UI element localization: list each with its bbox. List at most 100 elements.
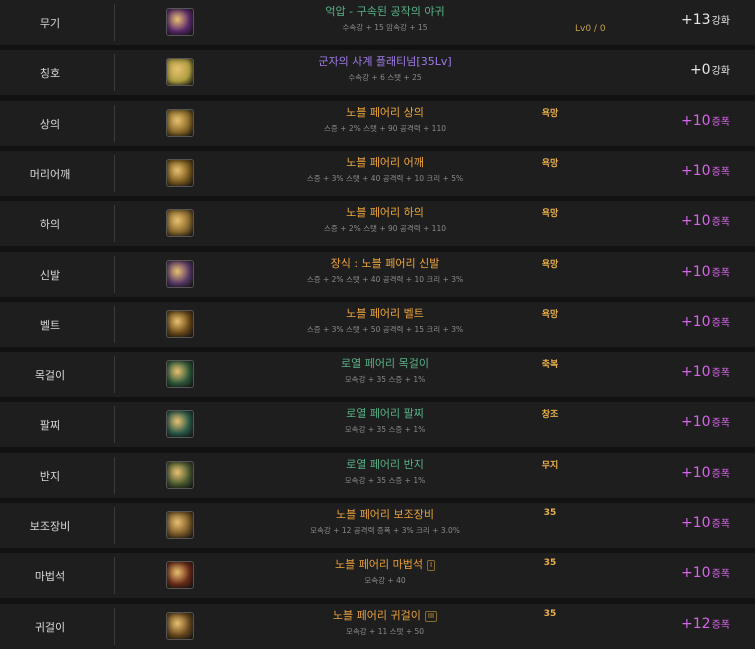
item-name[interactable]: 로열 페어리 팔찌 — [225, 407, 545, 421]
item-stats: 스증 + 2% 스탯 + 90 공격력 + 110 — [324, 224, 446, 233]
shoulder-armor-icon[interactable] — [166, 159, 194, 187]
divider — [114, 54, 115, 91]
item-stats: 수속강 + 6 스탯 + 25 — [348, 73, 422, 82]
item-tag: 욕망 — [541, 260, 559, 270]
item-tag: 욕망 — [541, 109, 559, 119]
enhance-number: +10 — [681, 515, 711, 531]
enhance-number: +0 — [689, 62, 711, 78]
item-name-text: 노블 페어리 어깨 — [346, 156, 424, 169]
item-info: 로열 페어리 팔찌모속강 + 35 스증 + 1% — [225, 407, 545, 435]
equipment-row[interactable]: 신발 장식 : 노블 페어리 신발스증 + 2% 스탯 + 40 공격력 + 10… — [0, 252, 755, 297]
slot-label: 팔찌 — [39, 418, 61, 432]
item-name-text: 억압 - 구속된 공작의 야귀 — [325, 5, 445, 18]
enhance-number: +10 — [681, 414, 711, 430]
item-info: 노블 페어리 벨트 스증 + 3% 스탯 + 50 공격력 + 15 크리 + 3… — [225, 307, 545, 335]
equipment-row[interactable]: 칭호 군자의 사계 플래티넘[35Lv] 수속강 + 6 스탯 + 25 +0강화 — [0, 50, 755, 95]
equipment-row[interactable]: 목걸이 로열 페어리 목걸이 모속강 + 35 스증 + 1% 축복 +10증폭 — [0, 352, 755, 397]
belt-icon[interactable] — [166, 310, 194, 338]
enhance-unit: 증폭 — [711, 268, 730, 279]
item-stats: 스증 + 2% 스탯 + 40 공격력 + 10 크리 + 3% — [306, 275, 464, 284]
item-name[interactable]: 노블 페어리 귀걸이 III — [225, 609, 545, 623]
bottom-armor-icon[interactable] — [166, 209, 194, 237]
equipment-row[interactable]: 귀걸이 노블 페어리 귀걸이 III 모속강 + 11 스탯 + 50 35 +12증폭 — [0, 604, 755, 649]
ring-icon[interactable] — [166, 461, 194, 489]
item-name[interactable]: 노블 페어리 마법석 I — [225, 558, 545, 572]
bracelet-icon[interactable] — [166, 410, 194, 438]
item-stats: 스증 + 3% 스탯 + 40 공격력 + 10 크리 + 5% — [306, 174, 464, 183]
item-tag: 35 — [543, 609, 557, 619]
item-info: 노블 페어리 하의스증 + 2% 스탯 + 90 공격력 + 110 — [225, 206, 545, 234]
item-tag: 35 — [543, 558, 557, 568]
equipment-row[interactable]: 무기 억압 - 구속된 공작의 야귀 수속강 + 15 암속강 + 15 Lv0 / … — [0, 0, 755, 45]
item-name[interactable]: 노블 페어리 벨트 — [225, 307, 545, 321]
enhance-number: +10 — [681, 163, 711, 179]
equipment-row[interactable]: 팔찌 로열 페어리 팔찌 모속강 + 35 스증 + 1% 창조 +10증폭 — [0, 402, 755, 447]
item-name[interactable]: 군자의 사계 플래티넘[35Lv] — [225, 55, 545, 69]
enhance-number: +10 — [681, 364, 711, 380]
item-name-text: 노블 페어리 벨트 — [346, 307, 424, 320]
enhance-unit: 증폭 — [711, 368, 730, 379]
slot-label: 목걸이 — [34, 368, 66, 382]
equipment-row[interactable]: 머리어깨 노블 페어리 어깨스증 + 3% 스탯 + 40 공격력 + 10 크리… — [0, 151, 755, 196]
divider — [114, 306, 115, 343]
divider — [114, 608, 115, 645]
item-info: 노블 페어리 귀걸이 III 모속강 + 11 스탯 + 50 — [225, 609, 545, 637]
item-name-text: 장식 : 노블 페어리 신발 — [330, 257, 440, 270]
item-name[interactable]: 로열 페어리 목걸이 — [225, 357, 545, 371]
slot-label: 보조장비 — [29, 519, 71, 533]
equipment-list: 무기 억압 - 구속된 공작의 야귀 수속강 + 15 암속강 + 15 Lv0 / … — [0, 0, 755, 649]
enhance-number: +10 — [681, 465, 711, 481]
equipment-row[interactable]: 보조장비 노블 페어리 보조장비 모속강 + 12 공격력 증폭 + 3% 크리 +… — [0, 503, 755, 548]
item-stats: 스증 + 2% 스탯 + 90 공격력 + 110 — [324, 124, 446, 133]
item-name[interactable]: 로열 페어리 반지 — [225, 458, 545, 472]
enhance-unit: 증폭 — [711, 569, 730, 580]
earring-icon[interactable] — [166, 612, 194, 640]
enhance-number: +10 — [681, 565, 711, 581]
equipment-row[interactable]: 반지 로열 페어리 반지 모속강 + 35 스증 + 1% 무지 +10증폭 — [0, 453, 755, 498]
slot-label: 칭호 — [39, 66, 61, 80]
item-name[interactable]: 노블 페어리 어깨 — [225, 156, 545, 170]
slot-label: 머리어깨 — [29, 167, 71, 181]
item-name[interactable]: 억압 - 구속된 공작의 야귀 — [225, 5, 545, 19]
enhance-unit: 강화 — [711, 16, 730, 27]
item-name-text: 노블 페어리 상의 — [346, 106, 424, 119]
slot-label: 신발 — [39, 268, 61, 282]
slot-label: 무기 — [39, 16, 61, 30]
item-stats: 모속강 + 35 스증 + 1% — [344, 425, 426, 434]
enhance-number: +10 — [681, 264, 711, 280]
weapon-icon[interactable] — [166, 8, 194, 36]
enhance-number: +10 — [681, 213, 711, 229]
shoes-icon[interactable] — [166, 260, 194, 288]
item-name-text: 로열 페어리 팔찌 — [346, 407, 424, 420]
item-name[interactable]: 장식 : 노블 페어리 신발 — [225, 257, 545, 271]
item-stats: 모속강 + 40 — [364, 576, 406, 585]
enhance-value: +10증폭 — [681, 264, 730, 280]
equipment-row[interactable]: 벨트 노블 페어리 벨트 스증 + 3% 스탯 + 50 공격력 + 15 크리 +… — [0, 302, 755, 347]
item-info: 노블 페어리 마법석 I 모속강 + 40 — [225, 558, 545, 586]
enhance-number: +12 — [681, 616, 711, 632]
divider — [114, 205, 115, 242]
item-name[interactable]: 노블 페어리 상의 — [225, 106, 545, 120]
item-name-text: 노블 페어리 마법석 — [334, 558, 423, 571]
item-name[interactable]: 노블 페어리 하의 — [225, 206, 545, 220]
enhance-value: +13강화 — [681, 12, 730, 28]
equipment-row[interactable]: 하의 노블 페어리 하의 스증 + 2% 스탯 + 90 공격력 + 110 욕망 +1… — [0, 201, 755, 246]
item-stats: 모속강 + 35 스증 + 1% — [344, 476, 426, 485]
level-badge: III — [424, 611, 438, 622]
enhance-unit: 증폭 — [711, 167, 730, 178]
item-name[interactable]: 노블 페어리 보조장비 — [225, 508, 545, 522]
magic-stone-icon[interactable] — [166, 561, 194, 589]
equipment-row[interactable]: 마법석 노블 페어리 마법석 I 모속강 + 40 35 +10증폭 — [0, 553, 755, 598]
item-name-text: 노블 페어리 보조장비 — [335, 508, 435, 521]
title-icon[interactable] — [166, 58, 194, 86]
item-info: 노블 페어리 어깨스증 + 3% 스탯 + 40 공격력 + 10 크리 + 5… — [225, 156, 545, 184]
top-armor-icon[interactable] — [166, 109, 194, 137]
enhance-value: +10증폭 — [681, 314, 730, 330]
necklace-icon[interactable] — [166, 360, 194, 388]
equipment-row[interactable]: 상의 노블 페어리 상의 스증 + 2% 스탯 + 90 공격력 + 110 욕망 +1… — [0, 101, 755, 146]
sub-equipment-icon[interactable] — [166, 511, 194, 539]
enhance-unit: 증폭 — [711, 519, 730, 530]
item-info: 노블 페어리 보조장비 모속강 + 12 공격력 증폭 + 3% 크리 + 3.0… — [225, 508, 545, 536]
item-stats: 수속강 + 15 암속강 + 15 — [342, 23, 428, 32]
enhance-unit: 증폭 — [711, 318, 730, 329]
